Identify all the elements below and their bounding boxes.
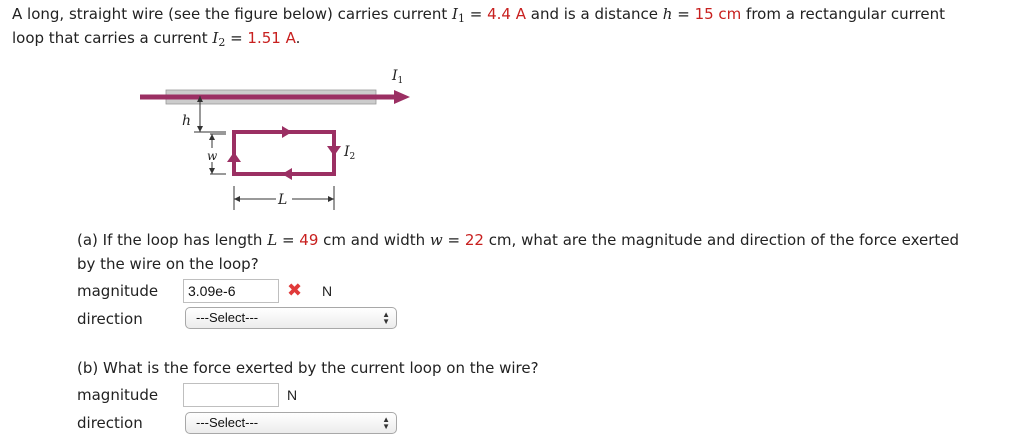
equals-sign: = — [225, 29, 248, 47]
equals-sign: = — [442, 231, 465, 249]
part-b-unit: N — [287, 387, 298, 403]
h-label: h — [182, 113, 191, 129]
part-a-direction-select[interactable]: ---Select--- ▲ ▼ — [185, 307, 397, 329]
problem-line-2: loop that carries a current I2 = 1.51 A. — [12, 29, 301, 49]
L-arrow-right-icon — [328, 196, 334, 202]
problem-line-1: A long, straight wire (see the figure be… — [12, 5, 946, 25]
part-a-question-line-1: (a) If the loop has length L = 49 cm and… — [77, 231, 959, 249]
incorrect-x-icon: ✖ — [287, 280, 303, 301]
distance-symbol: h — [662, 5, 673, 23]
current-2-value: 1.51 A — [247, 29, 296, 47]
part-a-direction-label: direction — [77, 310, 143, 328]
length-symbol: L — [267, 231, 278, 249]
current-1-symbol: I1 — [452, 5, 465, 25]
part-a-question-line-2: by the wire on the loop? — [77, 255, 259, 273]
problem-text: loop that carries a current — [12, 29, 213, 47]
question-text: (a) If the loop has length — [77, 231, 268, 249]
L-arrow-left-icon — [234, 196, 240, 202]
equals-sign: = — [672, 5, 695, 23]
part-b-direction-select[interactable]: ---Select--- ▲ ▼ — [185, 412, 397, 434]
loop-arrow-bottom-icon — [282, 168, 292, 180]
question-text: cm and width — [318, 231, 430, 249]
w-arrow-up-icon — [209, 134, 215, 140]
current-2-symbol: I2 — [212, 29, 226, 49]
loop-arrow-top-icon — [282, 126, 292, 138]
loop-arrow-right-icon — [327, 146, 341, 156]
current-loop — [232, 130, 336, 176]
w-label: w — [207, 149, 218, 163]
w-arrow-down-icon — [209, 168, 215, 174]
select-value: ---Select--- — [196, 415, 259, 430]
select-arrows-icon: ▲ ▼ — [382, 415, 390, 431]
equals-sign: = — [277, 231, 300, 249]
part-b-magnitude-input[interactable] — [183, 383, 279, 407]
L-label: L — [277, 192, 287, 208]
part-b-direction-label: direction — [77, 414, 143, 432]
select-value: ---Select--- — [196, 310, 259, 325]
h-arrow-down-icon — [197, 126, 203, 132]
width-value: 22 — [464, 231, 484, 249]
current-1-value: 4.4 A — [487, 5, 526, 23]
part-b-question: (b) What is the force exerted by the cur… — [77, 359, 539, 377]
part-b-magnitude-label: magnitude — [77, 386, 159, 404]
problem-text: and is a distance — [525, 5, 663, 23]
distance-value: 15 cm — [694, 5, 742, 23]
select-arrows-icon: ▲ ▼ — [382, 310, 390, 326]
problem-text: from a rectangular current — [741, 5, 946, 23]
part-a-magnitude-input[interactable]: 3.09e-6 — [183, 279, 279, 303]
width-symbol: w — [429, 231, 443, 249]
problem-text: A long, straight wire (see the figure be… — [12, 5, 453, 23]
question-text: cm, what are the magnitude and direction… — [483, 231, 960, 249]
wire-loop-figure: I1 h I2 w L — [140, 68, 410, 210]
I1-label: I1 — [391, 68, 403, 86]
equals-sign: = — [464, 5, 488, 23]
loop-arrow-left-icon — [227, 152, 241, 162]
I2-label: I2 — [343, 144, 355, 162]
period: . — [295, 29, 301, 47]
length-value: 49 — [299, 231, 319, 249]
part-a-unit: N — [322, 283, 333, 299]
part-a-magnitude-label: magnitude — [77, 282, 159, 300]
wire-arrow-icon — [394, 90, 410, 104]
